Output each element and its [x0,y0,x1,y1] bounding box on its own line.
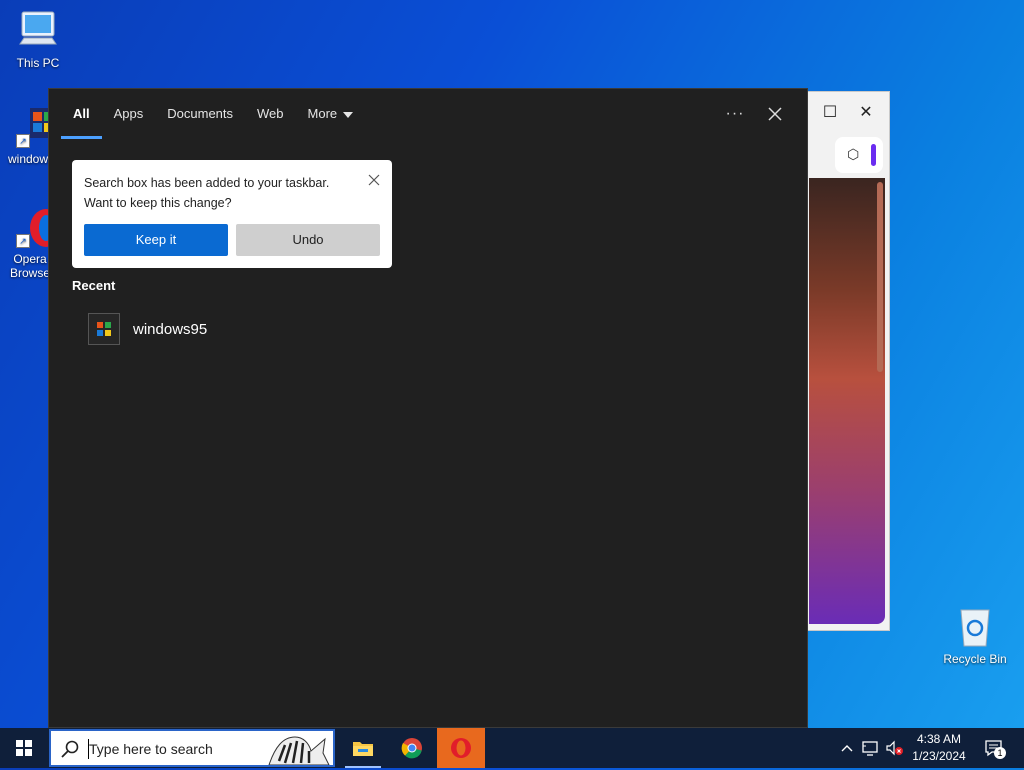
shortcut-arrow-icon: ↗ [16,134,30,148]
undo-button[interactable]: Undo [236,224,380,256]
close-icon[interactable] [366,172,382,188]
search-placeholder: Type here to search [89,741,213,757]
recent-item-windows95[interactable]: windows95 [88,312,488,346]
search-highlight-illustration [265,731,331,766]
tab-more[interactable]: More [296,89,366,139]
tab-documents[interactable]: Documents [155,89,245,139]
keep-it-button[interactable]: Keep it [84,224,228,256]
scrollbar[interactable] [877,182,883,372]
tab-apps[interactable]: Apps [102,89,156,139]
taskbar-search-input[interactable]: Type here to search [49,729,335,767]
extension-cube-icon[interactable]: ⬡ [847,146,859,163]
recent-heading: Recent [72,278,116,293]
windows95-icon [88,313,120,345]
shortcut-arrow-icon: ↗ [16,234,30,248]
browser-toolbar: ⬡ [835,137,883,173]
file-explorer-icon [353,742,373,756]
notification-count-badge: 1 [994,747,1006,759]
close-icon[interactable]: ✕ [857,104,875,122]
opera-icon [451,738,471,758]
toast-message: Search box has been added to your taskba… [84,176,330,210]
browser-content [809,178,885,624]
system-clock[interactable]: 4:38 AM 1/23/2024 [902,731,976,765]
ellipsis-icon[interactable]: ··· [721,101,749,127]
tab-web[interactable]: Web [245,89,296,139]
taskbar: Type here to search 4:38 AM 1/23/2024 1 [0,728,1024,768]
chevron-down-icon [343,111,354,118]
search-tabs: All Apps Documents Web More [61,89,365,139]
taskbar-search-toast: Search box has been added to your taskba… [72,160,392,268]
desktop-icon-this-pc[interactable]: This PC [0,8,76,70]
maximize-icon[interactable]: ☐ [821,104,839,122]
taskbar-file-explorer[interactable] [339,728,387,768]
search-icon [60,739,80,759]
recycle-bin-icon [953,604,997,648]
sidebar-indicator [871,144,876,166]
chevron-up-icon[interactable] [838,728,856,768]
network-icon[interactable] [860,728,882,768]
taskbar-chrome[interactable] [388,728,436,768]
computer-icon [16,8,60,52]
close-icon[interactable] [761,101,789,127]
tab-all[interactable]: All [61,89,102,139]
chrome-icon [401,738,422,759]
desktop-icon-recycle-bin[interactable]: Recycle Bin [937,604,1013,666]
search-panel: All Apps Documents Web More ··· Search b… [48,88,808,728]
notifications-icon[interactable]: 1 [980,728,1008,768]
windows-logo-icon [16,740,32,756]
start-button[interactable] [0,728,48,768]
taskbar-opera[interactable] [437,728,485,768]
